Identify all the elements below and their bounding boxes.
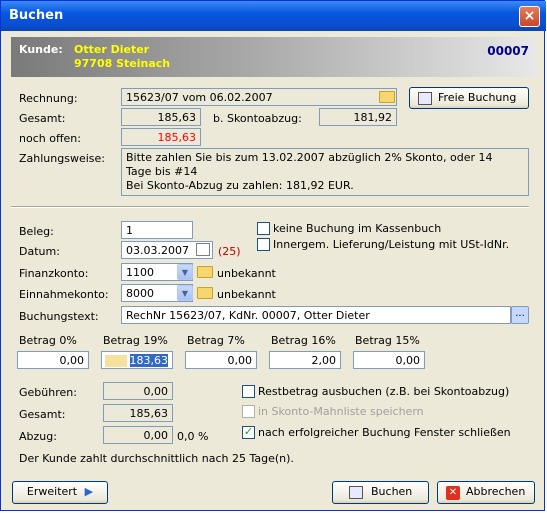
zahlungsweise-line-2: Tage bis #14 xyxy=(126,165,198,178)
fenster-checkbox[interactable]: ✓ xyxy=(242,426,255,439)
einnahmekonto-desc: unbekannt xyxy=(217,288,276,301)
folder-icon[interactable] xyxy=(379,91,395,103)
zahlungsweise-box: Bitte zahlen Sie bis zum 13.02.2007 abzü… xyxy=(121,148,529,196)
datum-days: (25) xyxy=(218,245,241,258)
folder-icon[interactable] xyxy=(197,287,213,299)
skontoabzug-label: b. Skontoabzug: xyxy=(213,112,302,125)
calendar-icon[interactable] xyxy=(196,243,210,256)
keine-buchung-label: keine Buchung im Kassenbuch xyxy=(273,222,442,235)
gebuehren-field: 0,00 xyxy=(103,382,173,400)
kunde-label: Kunde: xyxy=(19,43,63,56)
buchen-button[interactable]: Buchen xyxy=(332,481,429,504)
abzug-percent: 0,0 % xyxy=(177,430,209,443)
buchen-label: Buchen xyxy=(371,485,413,498)
zahlungsweise-line-3: Bei Skonto-Abzug zu zahlen: 181,92 EUR. xyxy=(126,179,354,192)
betrag-16-label: Betrag 16% xyxy=(271,334,336,347)
folder-icon[interactable] xyxy=(197,266,213,278)
freie-buchung-label: Freie Buchung xyxy=(438,91,517,104)
buchungstext-more-button[interactable]: ... xyxy=(511,306,529,324)
rechnung-field[interactable]: 15623/07 vom 06.02.2007 xyxy=(121,88,397,106)
abzug-label: Abzug: xyxy=(19,430,57,443)
betrag-7-input[interactable]: 0,00 xyxy=(185,351,257,369)
arrow-right-icon: ▶ xyxy=(84,485,94,498)
betrag-15-label: Betrag 15% xyxy=(355,334,420,347)
erweitert-button[interactable]: Erweitert ▶ xyxy=(12,481,108,504)
separator xyxy=(11,206,529,208)
betrag-19-value: 183,63 xyxy=(129,354,168,367)
book-icon xyxy=(349,486,363,499)
abzug-field: 0,00 xyxy=(103,426,173,444)
buchen-dialog: Buchen × Kunde: Otter Dieter 97708 Stein… xyxy=(0,0,546,511)
beleg-input[interactable]: 1 xyxy=(121,221,193,239)
buchungstext-input[interactable]: RechNr 15623/07, KdNr. 00007, Otter Diet… xyxy=(121,306,511,324)
finanzkonto-desc: unbekannt xyxy=(217,267,276,280)
betrag-0-label: Betrag 0% xyxy=(19,334,77,347)
mahnliste-checkbox[interactable] xyxy=(242,405,255,418)
einnahmekonto-label: Einnahmekonto: xyxy=(19,288,109,301)
innergem-label: Innergem. Lieferung/Leistung mit USt-IdN… xyxy=(273,238,510,251)
betrag-16-input[interactable]: 2,00 xyxy=(269,351,341,369)
betrag-19-highlight xyxy=(105,355,127,367)
datum-label: Datum: xyxy=(19,245,60,258)
noch-offen-label: noch offen: xyxy=(19,132,81,145)
skontoabzug-field: 181,92 xyxy=(319,108,397,126)
noch-offen-field: 185,63 xyxy=(121,128,201,146)
book-icon xyxy=(418,92,432,105)
fenster-label: nach erfolgreicher Buchung Fenster schli… xyxy=(258,426,511,439)
close-button[interactable]: × xyxy=(519,6,540,27)
customer-header: Kunde: Otter Dieter 97708 Steinach 00007 xyxy=(11,37,537,77)
mahnliste-label: in Skonto-Mahnliste speichern xyxy=(258,405,424,418)
window-title: Buchen xyxy=(9,8,64,23)
customer-number: 00007 xyxy=(487,44,529,58)
betrag-19-label: Betrag 19% xyxy=(103,334,168,347)
buchungstext-label: Buchungstext: xyxy=(19,310,99,323)
abbrechen-label: Abbrechen xyxy=(466,485,526,498)
restbetrag-label: Restbetrag ausbuchen (z.B. bei Skontoabz… xyxy=(258,385,510,398)
beleg-label: Beleg: xyxy=(19,225,54,238)
summary-gesamt-label: Gesamt: xyxy=(19,408,66,421)
keine-buchung-checkbox[interactable] xyxy=(257,222,270,235)
customer-name: Otter Dieter xyxy=(74,43,150,56)
zahlungsweise-label: Zahlungsweise: xyxy=(19,152,105,165)
summary-gesamt-field: 185,63 xyxy=(103,404,173,422)
title-bar: Buchen × xyxy=(1,1,546,31)
hint-text: Der Kunde zahlt durchschnittlich nach 25… xyxy=(19,452,294,465)
rechnung-label: Rechnung: xyxy=(19,92,78,105)
zahlungsweise-line-1: Bitte zahlen Sie bis zum 13.02.2007 abzü… xyxy=(126,151,493,164)
cancel-icon: ✕ xyxy=(446,486,460,500)
gesamt-label: Gesamt: xyxy=(19,112,66,125)
chevron-down-icon[interactable]: ▼ xyxy=(177,264,193,280)
gebuehren-label: Gebühren: xyxy=(19,386,77,399)
customer-address: 97708 Steinach xyxy=(74,57,171,70)
chevron-down-icon[interactable]: ▼ xyxy=(177,285,193,301)
betrag-15-input[interactable]: 0,00 xyxy=(353,351,425,369)
abbrechen-button[interactable]: ✕ Abbrechen xyxy=(437,481,535,504)
close-icon: × xyxy=(523,8,536,24)
erweitert-label: Erweitert xyxy=(26,485,78,498)
gesamt-field: 185,63 xyxy=(121,108,201,126)
innergem-checkbox[interactable] xyxy=(257,238,270,251)
freie-buchung-button[interactable]: Freie Buchung xyxy=(409,87,529,109)
finanzkonto-label: Finanzkonto: xyxy=(19,267,89,280)
betrag-7-label: Betrag 7% xyxy=(187,334,245,347)
restbetrag-checkbox[interactable] xyxy=(242,385,255,398)
betrag-0-input[interactable]: 0,00 xyxy=(17,351,89,369)
